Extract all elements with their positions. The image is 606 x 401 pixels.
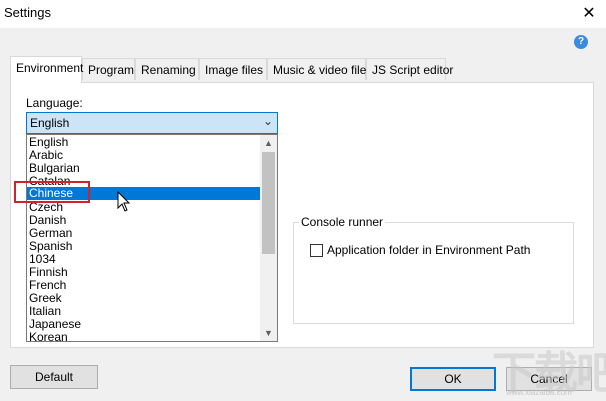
tab-music-video-files[interactable]: Music & video files xyxy=(267,58,372,80)
language-dropdown-list[interactable]: English Arabic Bulgarian Catalan Chinese… xyxy=(26,134,278,342)
scrollbar-thumb[interactable] xyxy=(262,152,275,254)
tab-program[interactable]: Program xyxy=(82,58,135,80)
dropdown-scrollbar[interactable]: ▲ ▼ xyxy=(260,135,277,341)
watermark-url: www.xiazaiba.com xyxy=(506,388,572,397)
title-bar: Settings ✕ xyxy=(0,0,606,28)
default-button[interactable]: Default xyxy=(10,365,98,389)
window-title: Settings xyxy=(4,5,51,20)
tab-renaming[interactable]: Renaming xyxy=(135,58,199,80)
language-selected-value: English xyxy=(30,116,70,130)
language-option[interactable]: Spanish xyxy=(27,240,260,253)
mouse-cursor-icon xyxy=(117,191,131,212)
help-icon[interactable]: ? xyxy=(574,35,588,49)
annotation-highlight-box xyxy=(14,181,90,203)
tab-js-script-editor[interactable]: JS Script editor xyxy=(366,58,453,80)
console-runner-title: Console runner xyxy=(299,215,386,229)
tab-image-files[interactable]: Image files xyxy=(199,58,267,80)
language-select[interactable]: English ⌄ xyxy=(26,112,278,134)
tab-environment[interactable]: Environment xyxy=(10,56,83,83)
app-folder-env-path-checkbox[interactable] xyxy=(310,244,323,257)
console-runner-group: Console runner Application folder in Env… xyxy=(293,215,574,324)
scroll-down-icon[interactable]: ▼ xyxy=(260,325,277,341)
close-icon[interactable]: ✕ xyxy=(578,3,600,25)
chevron-down-icon[interactable]: ⌄ xyxy=(263,114,273,128)
ok-button[interactable]: OK xyxy=(410,367,496,391)
language-label: Language: xyxy=(26,96,83,110)
app-folder-env-path-label[interactable]: Application folder in Environment Path xyxy=(327,243,530,257)
language-option[interactable]: Korean xyxy=(27,331,260,342)
scroll-up-icon[interactable]: ▲ xyxy=(260,135,277,151)
language-option[interactable]: Greek xyxy=(27,292,260,305)
